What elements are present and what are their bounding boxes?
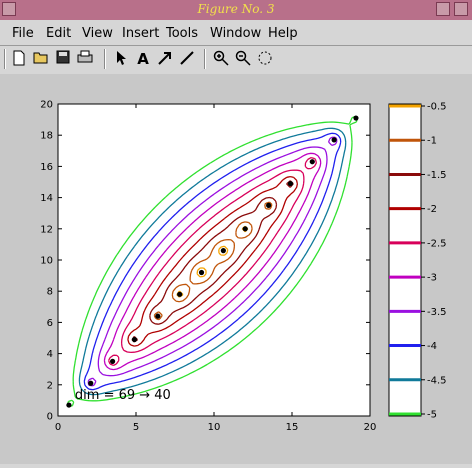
menu-edit[interactable]: Edit (46, 26, 71, 41)
data-point-2 (110, 358, 116, 364)
menu-view[interactable]: View (82, 26, 113, 41)
colorbar-label: -3.5 (427, 307, 447, 318)
data-point-5 (177, 291, 183, 297)
y-tick-label: 12 (40, 224, 53, 235)
x-tick-label: 5 (133, 422, 139, 433)
figure-area: 0 5 10 15 20 0 2 4 6 8 10 12 14 16 18 20 dim = 69 → 40 -0… (0, 74, 472, 464)
x-tick-label: 15 (286, 422, 299, 433)
menu-window[interactable]: Window (210, 26, 261, 41)
colorbar-label: -1 (427, 136, 437, 147)
y-tick-label: 8 (47, 287, 53, 298)
arrow-tool-icon[interactable] (156, 50, 174, 68)
x-tick-label: 20 (364, 422, 377, 433)
y-tick-label: 2 (47, 380, 53, 391)
colorbar-label: -3 (427, 273, 437, 284)
data-point-4 (155, 313, 161, 319)
zoom-in-icon[interactable] (212, 50, 230, 68)
text-tool-icon[interactable]: A (134, 50, 152, 68)
data-point-12 (331, 137, 337, 143)
y-tick-label: 10 (40, 256, 53, 267)
y-tick-label: 16 (40, 162, 53, 173)
data-point-8 (242, 226, 248, 232)
data-point-9 (266, 202, 272, 208)
zoom-out-icon[interactable] (234, 50, 252, 68)
line-tool-icon[interactable] (178, 50, 196, 68)
rotate-3d-icon[interactable] (256, 50, 274, 68)
menu-bar: File Edit View Insert Tools Window Help (0, 20, 472, 46)
save-icon[interactable] (54, 50, 72, 68)
contour-plot[interactable]: 0 5 10 15 20 0 2 4 6 8 10 12 14 16 18 20 dim = 69 → 40 -0… (0, 74, 472, 464)
colorbar-label: -2.5 (427, 238, 447, 249)
data-point-10 (287, 180, 294, 187)
data-point-13 (353, 115, 359, 121)
pointer-arrow-icon[interactable] (112, 50, 130, 68)
print-icon[interactable] (76, 50, 94, 68)
colorbar-label: -2 (427, 204, 437, 215)
window-title: Figure No. 3 (197, 2, 275, 16)
menu-file[interactable]: File (12, 26, 34, 41)
data-point-0 (66, 402, 72, 408)
y-tick-label: 14 (40, 193, 53, 204)
title-bar: Figure No. 3 (0, 0, 472, 20)
maximize-button[interactable] (454, 2, 468, 16)
colorbar-label: -5 (427, 410, 437, 421)
y-tick-label: 20 (40, 100, 53, 111)
toolbar: A (0, 46, 472, 74)
y-tick-label: 4 (47, 349, 53, 360)
colorbar-label: -4.5 (427, 375, 447, 386)
x-tick-label: 0 (55, 422, 61, 433)
y-tick-label: 6 (47, 318, 53, 329)
plot-area (57, 103, 371, 417)
new-file-icon[interactable] (10, 50, 28, 68)
x-tick-label: 10 (208, 422, 221, 433)
data-point-1 (88, 380, 94, 386)
y-tick-label: 18 (40, 131, 53, 142)
menu-help[interactable]: Help (268, 26, 298, 41)
colorbar-label: -0.5 (427, 102, 447, 113)
data-point-3 (131, 336, 138, 343)
data-point-11 (309, 159, 315, 165)
colorbar-label: -1.5 (427, 170, 447, 181)
y-tick-label: 0 (47, 412, 53, 423)
menu-tools[interactable]: Tools (166, 26, 198, 41)
data-point-6 (198, 269, 205, 276)
annotation-text: dim = 69 → 40 (75, 388, 171, 403)
colorbar (388, 103, 422, 417)
menu-insert[interactable]: Insert (122, 26, 159, 41)
colorbar-label: -4 (427, 341, 437, 352)
open-folder-icon[interactable] (32, 50, 50, 68)
data-point-7 (220, 248, 226, 254)
minimize-button[interactable] (436, 2, 450, 16)
